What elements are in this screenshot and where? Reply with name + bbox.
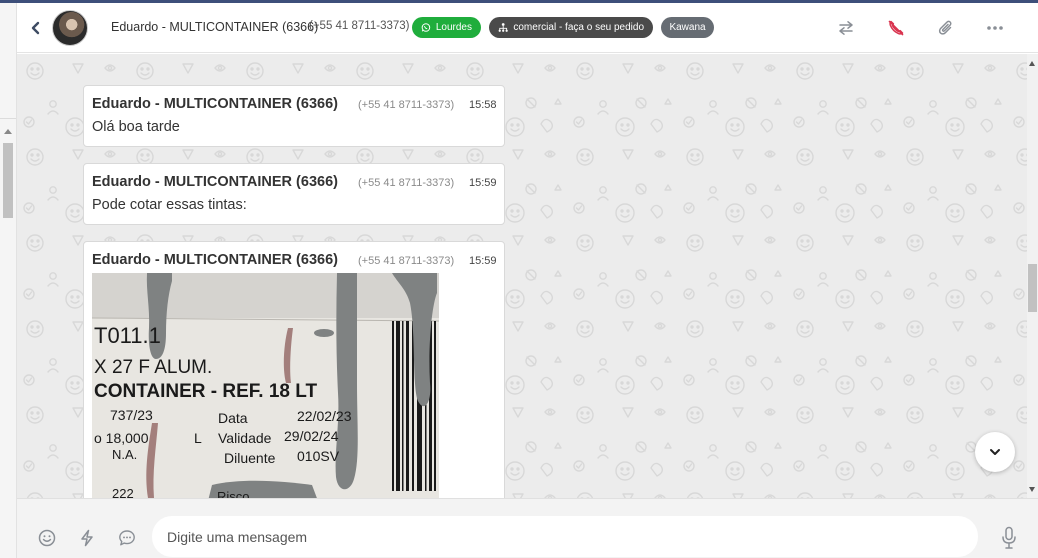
voice-record-button[interactable] bbox=[999, 524, 1019, 552]
label-line: 737/23 bbox=[110, 407, 153, 423]
emoji-button[interactable] bbox=[36, 527, 58, 549]
label-line: T011.1 bbox=[94, 323, 161, 348]
tag-user-label: Kawana bbox=[669, 22, 706, 33]
scroll-down-arrow[interactable] bbox=[1029, 487, 1035, 492]
message-bubble[interactable]: Eduardo - MULTICONTAINER (6366) (+55 41 … bbox=[83, 85, 505, 147]
scroll-thumb[interactable] bbox=[1028, 264, 1037, 312]
whatsapp-icon bbox=[421, 23, 431, 32]
label-line: CONTAINER - REF. 18 LT bbox=[94, 381, 317, 402]
label-line: Risco bbox=[217, 489, 250, 498]
message-composer bbox=[17, 498, 1038, 558]
message-text: Pode cotar essas tintas: bbox=[92, 197, 247, 213]
message-time: 15:58 bbox=[469, 99, 497, 111]
back-button[interactable] bbox=[25, 16, 47, 40]
quick-reply-icon bbox=[119, 530, 135, 546]
contact-name: Eduardo - MULTICONTAINER (6366) bbox=[111, 20, 319, 34]
message-image[interactable]: T011.1 X 27 F ALUM. CONTAINER - REF. 18 … bbox=[92, 273, 439, 498]
more-icon bbox=[987, 26, 1003, 30]
message-time: 15:59 bbox=[469, 255, 497, 267]
lightning-icon bbox=[81, 529, 93, 547]
label-line: X 27 F ALUM. bbox=[94, 357, 212, 378]
message-sender-phone: (+55 41 8711-3373) bbox=[358, 177, 455, 189]
transfer-button[interactable] bbox=[833, 16, 859, 40]
end-call-icon bbox=[888, 20, 904, 36]
rail-scroll-up-arrow[interactable] bbox=[4, 129, 12, 134]
chat-header: Eduardo - MULTICONTAINER (6366) (+55 41 … bbox=[17, 3, 1038, 53]
message-sender-phone: (+55 41 8711-3373) bbox=[358, 255, 455, 267]
label-line: 29/02/24 bbox=[284, 428, 339, 444]
chat-scrollbar[interactable] bbox=[1027, 54, 1038, 498]
end-call-button[interactable] bbox=[883, 16, 909, 40]
message-input[interactable] bbox=[152, 516, 978, 557]
quick-actions-button[interactable] bbox=[76, 527, 98, 549]
label-line: L bbox=[194, 430, 202, 446]
chat-area[interactable]: Eduardo - MULTICONTAINER (6366) (+55 41 … bbox=[17, 54, 1027, 498]
label-line: o 18,000 bbox=[94, 430, 149, 446]
paperclip-icon bbox=[938, 20, 952, 35]
message-sender: Eduardo - MULTICONTAINER (6366) bbox=[92, 174, 338, 190]
left-scroll-rail[interactable] bbox=[0, 3, 17, 558]
contact-phone: (+55 41 8711-3373) bbox=[309, 20, 410, 32]
tag-agent-label: Lourdes bbox=[435, 22, 472, 33]
message-sender-phone: (+55 41 8711-3373) bbox=[358, 99, 455, 111]
message-bubble-image[interactable]: Eduardo - MULTICONTAINER (6366) (+55 41 … bbox=[83, 241, 505, 498]
label-line: Data bbox=[218, 410, 248, 426]
message-bubble[interactable]: Eduardo - MULTICONTAINER (6366) (+55 41 … bbox=[83, 163, 505, 225]
chevron-left-icon bbox=[31, 21, 40, 35]
quick-reply-button[interactable] bbox=[116, 527, 138, 549]
paint-can-label-photo: T011.1 X 27 F ALUM. CONTAINER - REF. 18 … bbox=[92, 273, 439, 498]
rail-scroll-thumb[interactable] bbox=[3, 143, 13, 218]
scroll-up-arrow[interactable] bbox=[1029, 61, 1035, 66]
message-text: Olá boa tarde bbox=[92, 119, 180, 135]
tag-department[interactable]: comercial - faça o seu pedido bbox=[489, 17, 653, 38]
label-line: Validade bbox=[218, 430, 272, 446]
microphone-icon bbox=[1002, 526, 1016, 549]
tag-department-label: comercial - faça o seu pedido bbox=[513, 22, 644, 33]
org-chart-icon bbox=[498, 23, 508, 32]
attach-button[interactable] bbox=[933, 16, 959, 40]
emoji-icon bbox=[38, 529, 56, 547]
tag-user[interactable]: Kawana bbox=[661, 17, 714, 38]
tag-agent[interactable]: Lourdes bbox=[412, 17, 481, 38]
contact-avatar[interactable] bbox=[52, 10, 88, 46]
chevron-down-icon bbox=[990, 449, 1000, 455]
message-time: 15:59 bbox=[469, 177, 497, 189]
label-line: 222 bbox=[112, 486, 134, 498]
scroll-to-bottom-button[interactable] bbox=[975, 432, 1015, 472]
label-line: N.A. bbox=[112, 447, 137, 462]
more-options-button[interactable] bbox=[982, 16, 1008, 40]
message-sender: Eduardo - MULTICONTAINER (6366) bbox=[92, 252, 338, 268]
transfer-icon bbox=[839, 21, 853, 35]
label-line: 010SV bbox=[297, 448, 340, 464]
rail-divider bbox=[0, 118, 16, 119]
label-line: Diluente bbox=[224, 450, 276, 466]
message-sender: Eduardo - MULTICONTAINER (6366) bbox=[92, 96, 338, 112]
label-line: 22/02/23 bbox=[297, 408, 352, 424]
